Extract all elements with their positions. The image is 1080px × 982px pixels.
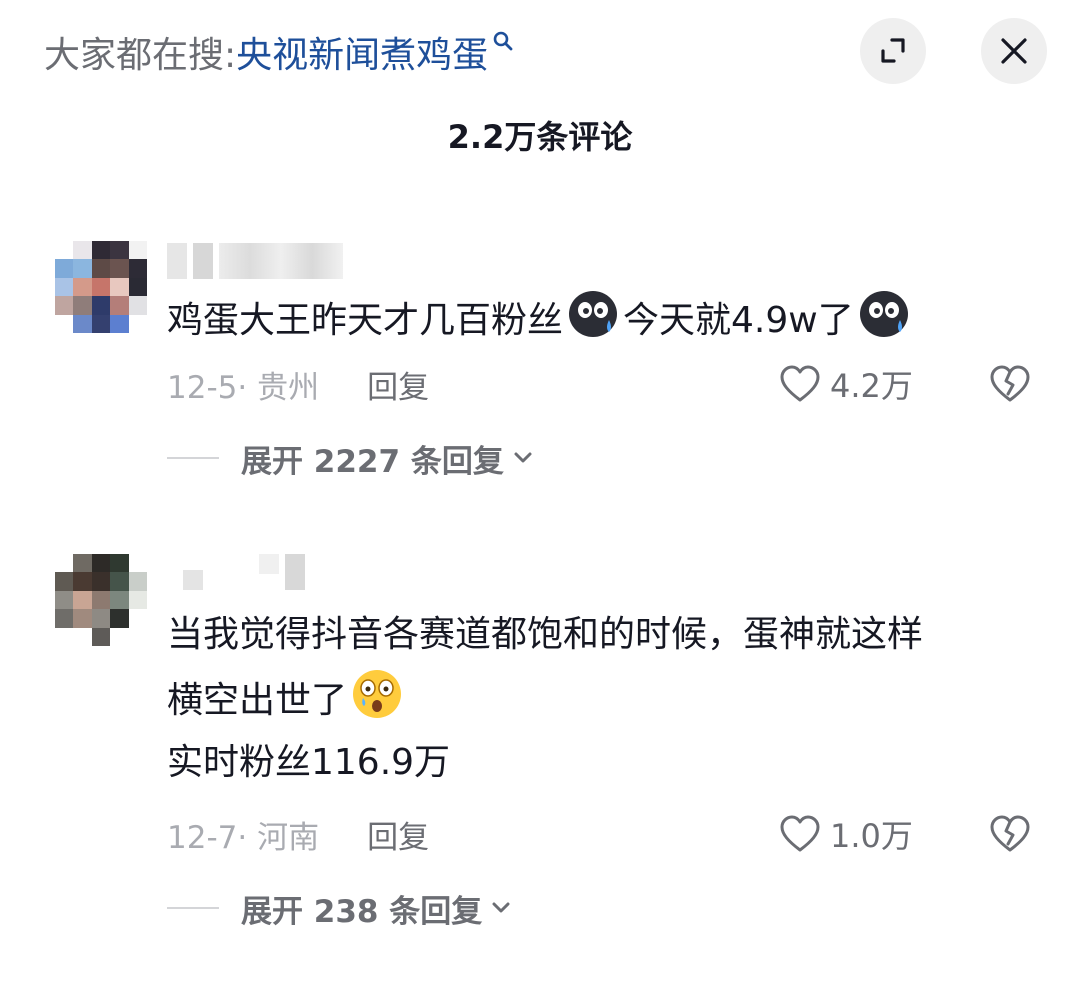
search-icon xyxy=(492,27,514,57)
dislike-button[interactable] xyxy=(988,810,1032,858)
chevron-down-icon xyxy=(492,902,510,913)
trending-search-prefix: 大家都在搜: xyxy=(44,35,237,76)
comment-date-location: 12-7· 河南 xyxy=(167,819,320,856)
comment-text-part: 横空出世了 xyxy=(167,680,348,721)
expand-replies-label: 展开 238 条回复 xyxy=(241,893,483,930)
like-count: 1.0万 xyxy=(830,817,913,855)
expand-replies-button[interactable]: 展开 2227 条回复 xyxy=(167,436,534,480)
sweat-emoji-icon xyxy=(859,291,908,337)
heart-icon xyxy=(780,815,820,852)
close-icon xyxy=(1001,38,1027,64)
trending-search-bar[interactable]: 大家都在搜: 央视新闻煮鸡蛋 xyxy=(44,24,514,80)
username-pixelated[interactable] xyxy=(167,243,343,279)
expand-icon xyxy=(881,38,905,63)
trending-search-query[interactable]: 央视新闻煮鸡蛋 xyxy=(236,26,488,78)
close-button[interactable] xyxy=(981,18,1047,84)
like-button[interactable]: 4.2万 xyxy=(778,360,913,408)
shocked-emoji-icon xyxy=(353,670,402,718)
expand-replies-button[interactable]: 展开 238 条回复 xyxy=(167,886,512,930)
chevron-down-icon xyxy=(514,452,532,463)
avatar[interactable] xyxy=(55,554,147,646)
avatar[interactable] xyxy=(55,241,147,333)
comment-text-part: 今天就4.9w了 xyxy=(623,300,854,341)
like-count: 4.2万 xyxy=(830,367,913,405)
comment-text: 当我觉得抖音各赛道都饱和的时候，蛋神就这样 横空出世了 实时粉丝116.9万 xyxy=(167,604,923,794)
username-pixelated[interactable] xyxy=(167,554,305,590)
comment-count-title: 2.2万条评论 xyxy=(447,118,633,156)
comment-line: 横空出世了 xyxy=(167,666,923,732)
comment-line: 实时粉丝116.9万 xyxy=(167,742,451,783)
dislike-button[interactable] xyxy=(988,360,1032,408)
sweat-emoji-icon xyxy=(569,291,618,337)
broken-heart-icon xyxy=(990,365,1030,402)
reply-button[interactable]: 回复 xyxy=(367,362,429,407)
heart-icon xyxy=(780,365,820,402)
like-button[interactable]: 1.0万 xyxy=(778,810,913,858)
comment-date-location: 12-5· 贵州 xyxy=(167,369,320,406)
expand-replies-label: 展开 2227 条回复 xyxy=(241,443,504,480)
comment-text: 鸡蛋大王昨天才几百粉丝 今天就4.9w了 xyxy=(167,286,914,352)
broken-heart-icon xyxy=(990,815,1030,852)
divider-line xyxy=(167,907,219,909)
reply-button[interactable]: 回复 xyxy=(367,812,429,857)
comment-meta: 12-7· 河南 回复 xyxy=(167,812,429,857)
expand-button[interactable] xyxy=(860,18,926,84)
divider-line xyxy=(167,457,219,459)
comment-line: 当我觉得抖音各赛道都饱和的时候，蛋神就这样 xyxy=(167,614,924,655)
comment-meta: 12-5· 贵州 回复 xyxy=(167,362,429,407)
comment-text-part: 鸡蛋大王昨天才几百粉丝 xyxy=(167,300,564,341)
